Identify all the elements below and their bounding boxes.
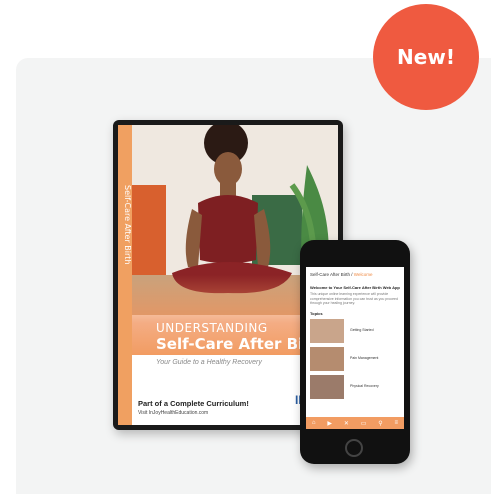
topic-label: Physical Recovery [350, 384, 379, 388]
topic-thumbnail [310, 347, 344, 371]
smartphone: Self-Care After Birth / Welcome Welcome … [300, 240, 410, 464]
topic-item[interactable]: Physical Recovery [310, 375, 400, 399]
curriculum-label: Part of a Complete Curriculum! [138, 399, 249, 408]
menu-icon[interactable]: ≡ [395, 420, 399, 426]
topic-label: Pain Management [350, 356, 379, 360]
app-header-title: Self-Care After Birth [310, 272, 351, 277]
topic-item[interactable]: Getting Started [310, 319, 400, 343]
app-welcome: Welcome to Your Self-Care After Birth We… [310, 285, 400, 290]
dvd-spine-title: Self-Care After Birth [123, 185, 132, 265]
topics-heading: Topics [310, 311, 323, 316]
website-label: Visit InJoyHealthEducation.com [138, 410, 209, 416]
search-icon[interactable]: ⚲ [378, 420, 382, 427]
topic-label: Getting Started [350, 328, 374, 332]
phone-screen: Self-Care After Birth / Welcome Welcome … [306, 267, 404, 429]
topic-thumbnail [310, 319, 344, 343]
home-icon[interactable]: ⌂ [312, 420, 316, 426]
play-icon[interactable]: ▶ [327, 420, 332, 427]
topic-item[interactable]: Pain Management [310, 347, 400, 371]
book-icon[interactable]: ▭ [361, 420, 367, 427]
phone-home-button [345, 439, 363, 457]
app-header-accent: Welcome [353, 272, 373, 277]
dvd-spine: Self-Care After Birth [118, 125, 132, 425]
topic-thumbnail [310, 375, 344, 399]
app-toolbar: ⌂ ▶ ✕ ▭ ⚲ ≡ [306, 417, 404, 429]
tools-icon[interactable]: ✕ [344, 420, 349, 427]
new-badge: New! [373, 4, 479, 110]
cover-subtitle: Your Guide to a Healthy Recovery [156, 359, 262, 366]
app-header: Self-Care After Birth / Welcome [310, 272, 373, 277]
app-blurb: This unique online learning experience w… [310, 292, 398, 306]
